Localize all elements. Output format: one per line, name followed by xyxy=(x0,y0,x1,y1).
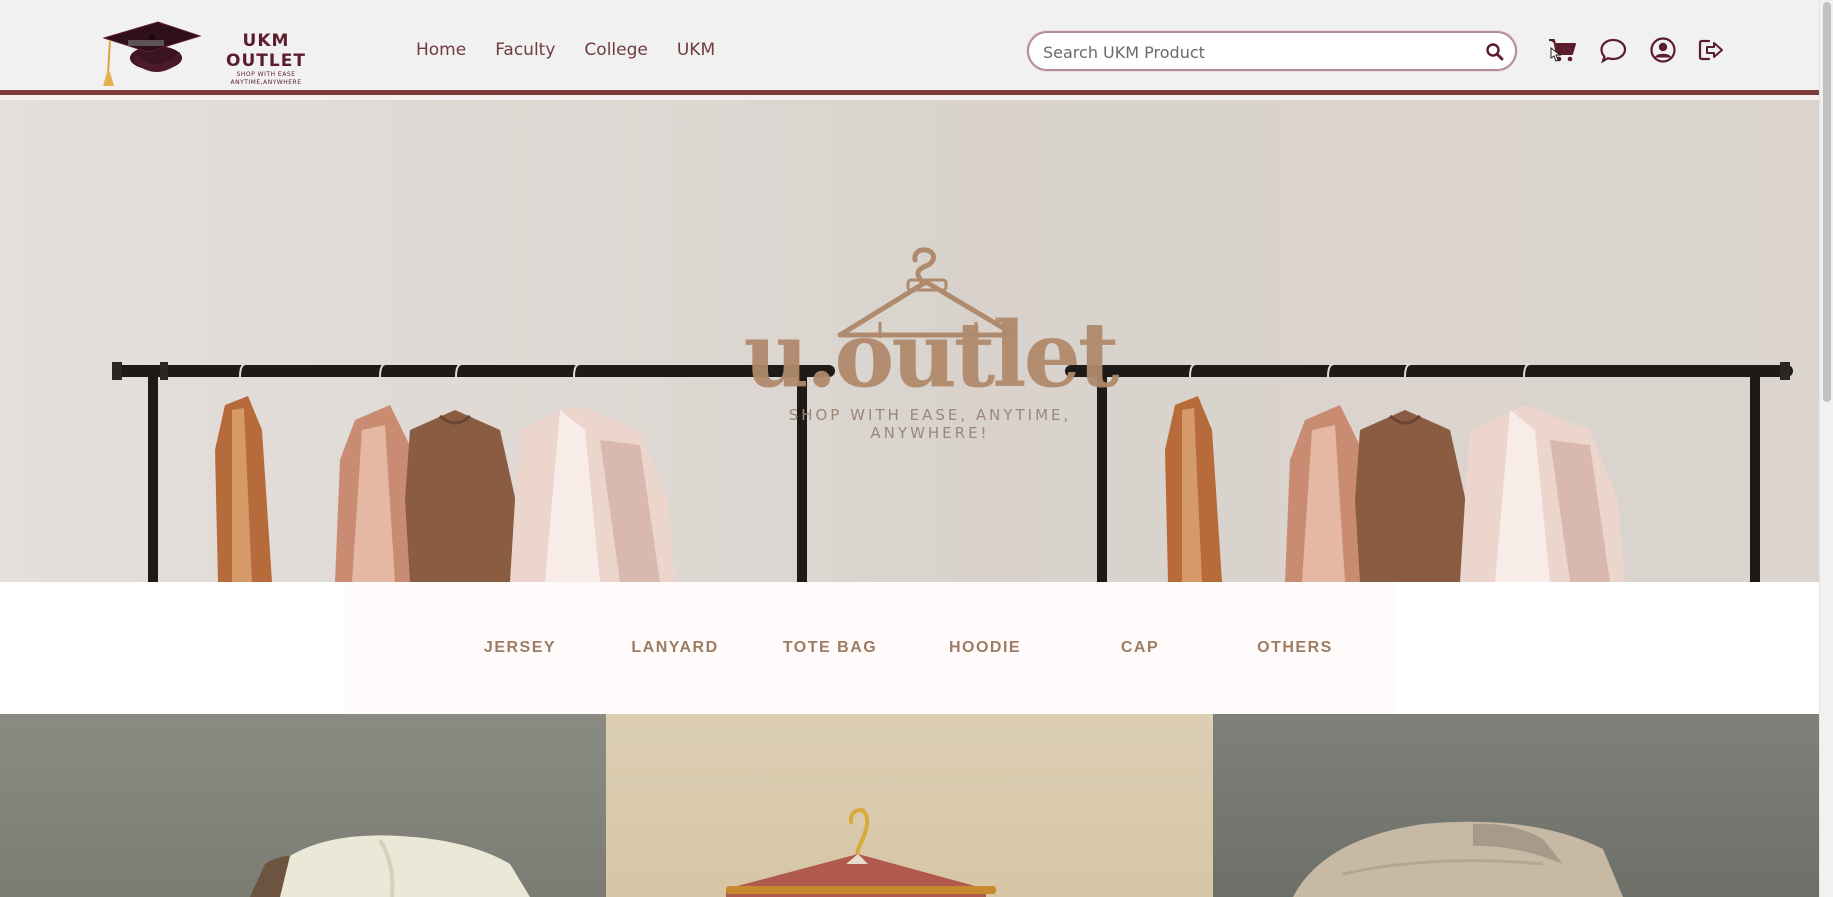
category-cap[interactable]: CAP xyxy=(1075,639,1205,657)
scrollbar-thumb[interactable] xyxy=(1823,2,1831,402)
cart-icon[interactable] xyxy=(1547,36,1576,64)
page-scrollbar[interactable] xyxy=(1819,0,1833,897)
nav-link-faculty[interactable]: Faculty xyxy=(495,40,555,60)
graduation-cap-icon xyxy=(102,21,202,86)
folded-jersey-image xyxy=(250,835,530,897)
logout-icon[interactable] xyxy=(1697,36,1725,64)
main-nav: Home Faculty College UKM xyxy=(416,40,744,60)
top-navbar: UKM OUTLET SHOP WITH EASE ANYTIME,ANYWHE… xyxy=(0,0,1819,95)
category-lanyard[interactable]: LANYARD xyxy=(610,639,740,657)
brand-name: UKM OUTLET xyxy=(226,31,306,71)
product-tiles xyxy=(0,714,1819,897)
category-bar: JERSEY LANYARD TOTE BAG HOODIE CAP OTHER… xyxy=(0,582,1819,714)
brand-logo[interactable]: UKM OUTLET SHOP WITH EASE ANYTIME,ANYWHE… xyxy=(100,18,330,88)
search-bar xyxy=(1027,31,1517,71)
knit-sweater-image xyxy=(1293,821,1623,897)
nav-link-ukm[interactable]: UKM xyxy=(677,40,715,60)
category-hoodie[interactable]: HOODIE xyxy=(920,639,1050,657)
brand-tagline-1: SHOP WITH EASE xyxy=(236,71,296,78)
search-input[interactable] xyxy=(1043,41,1463,63)
account-icon[interactable] xyxy=(1649,36,1677,64)
category-tote-bag[interactable]: TOTE BAG xyxy=(765,639,895,657)
search-icon[interactable] xyxy=(1485,42,1505,62)
nav-link-home[interactable]: Home xyxy=(416,40,466,60)
hero-banner: u.outlet SHOP WITH EASE, ANYTIME, ANYWHE… xyxy=(0,100,1819,582)
hero-wordmark: u.outlet xyxy=(743,302,1120,408)
hero-tagline: SHOP WITH EASE, ANYTIME, ANYWHERE! xyxy=(788,406,1072,442)
category-others[interactable]: OTHERS xyxy=(1230,639,1360,657)
chat-icon[interactable] xyxy=(1599,36,1627,64)
brand-tagline-2: ANYTIME,ANYWHERE xyxy=(230,79,302,86)
product-tile-jersey[interactable] xyxy=(0,714,606,897)
hanger-with-shirt-image xyxy=(726,807,996,897)
hero-logo: u.outlet SHOP WITH EASE, ANYTIME, ANYWHE… xyxy=(740,230,1120,442)
nav-link-college[interactable]: College xyxy=(584,40,647,60)
category-jersey[interactable]: JERSEY xyxy=(455,639,585,657)
product-tile-lanyard[interactable] xyxy=(606,714,1213,897)
product-tile-hoodie[interactable] xyxy=(1213,714,1819,897)
